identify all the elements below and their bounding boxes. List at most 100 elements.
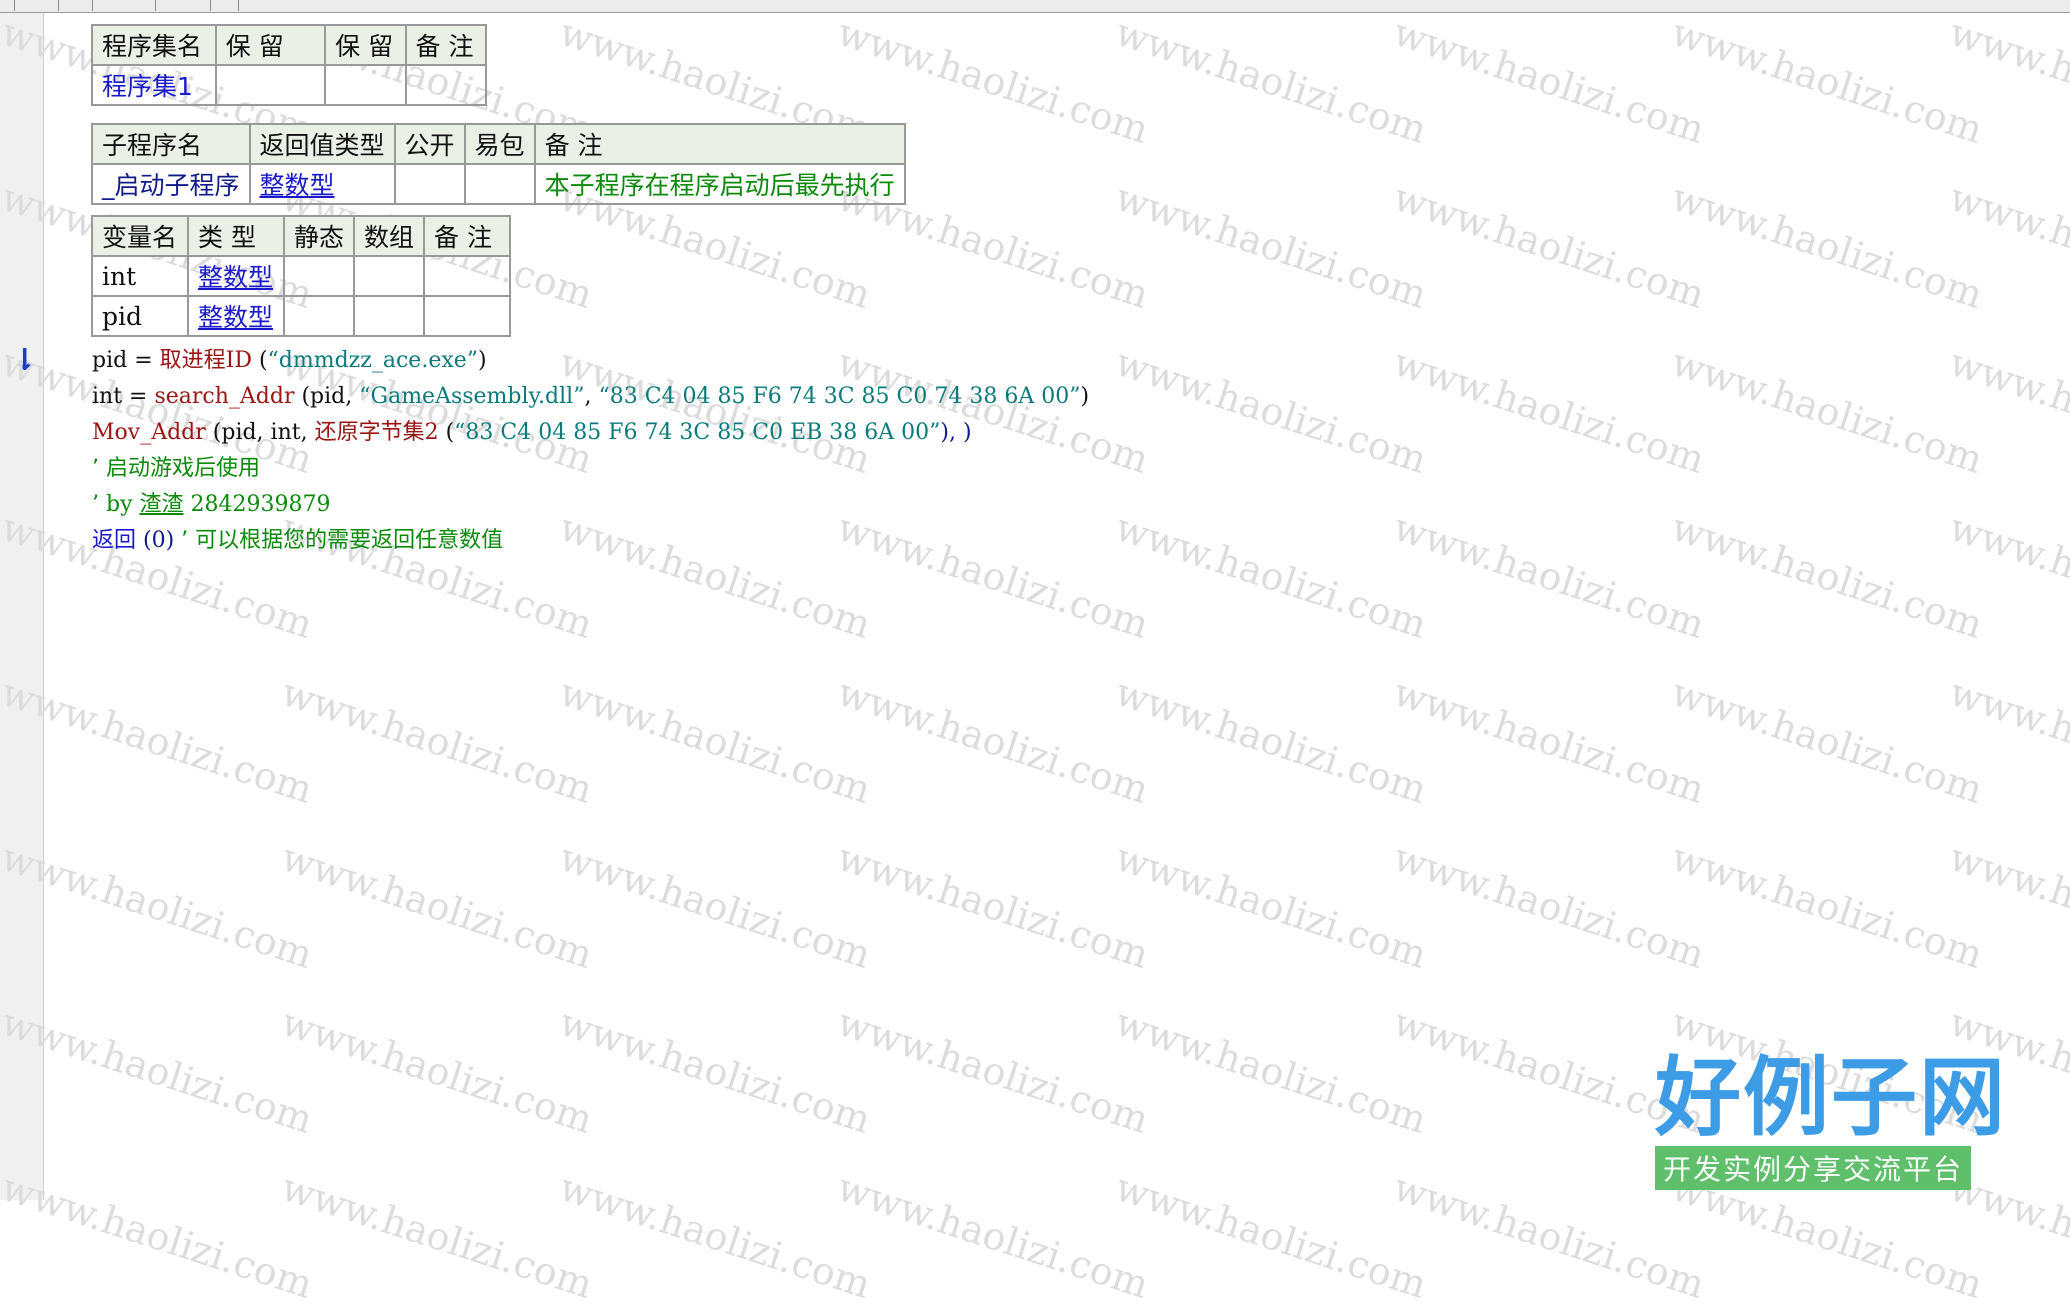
watermark-text: www.haolizi.com [1666, 340, 1989, 482]
subroutine-table: 子程序名 返回值类型 公开 易包 备 注 _启动子程序 整数型 本子程序在程序启… [91, 123, 906, 205]
code-function: 还原字节集2 [314, 420, 439, 445]
cell-easy-pack[interactable] [463, 163, 536, 205]
code-string: “83 C4 04 85 F6 74 3C 85 C0 EB 38 6A 00” [454, 420, 941, 445]
code-paren: ( [438, 420, 455, 445]
watermark-text: www.haolizi.com [276, 670, 599, 812]
cell-var-int-note[interactable] [423, 255, 511, 297]
code-line-5[interactable]: ’ by 渣渣 2842939879 [92, 488, 330, 522]
cell-note[interactable] [404, 64, 488, 106]
cell-var-int-array[interactable] [353, 255, 426, 297]
watermark-text: www.haolizi.com [0, 1165, 319, 1307]
watermark-text: www.haolizi.com [1666, 670, 1989, 812]
cell-var-int-type[interactable]: 整数型 [187, 255, 285, 297]
cell-var-pid-name[interactable]: pid [91, 295, 189, 337]
code-args: (pid, [294, 384, 360, 409]
site-logo: 好例子网 开发实例分享交流平台 [1655, 1052, 2007, 1190]
cell-var-int-static[interactable] [282, 255, 356, 297]
code-operator: = [122, 384, 155, 409]
watermark-text: www.haolizi.com [276, 835, 599, 977]
watermark-text: www.haolizi.com [554, 670, 877, 812]
code-line-6[interactable]: 返回 (0) ’ 可以根据您的需要返回任意数值 [92, 524, 503, 558]
watermark-text: www.haolizi.com [1110, 1000, 1433, 1142]
code-comment: ’ by [92, 492, 140, 517]
watermark-text: www.haolizi.com [1666, 835, 1989, 977]
header-sub-name: 子程序名 [91, 123, 251, 165]
cell-return-type[interactable]: 整数型 [248, 163, 396, 205]
code-line-1[interactable]: pid = 取进程ID (“dmmdzz_ace.exe”) [92, 344, 487, 378]
header-public: 公开 [393, 123, 466, 165]
code-line-3[interactable]: Mov_Addr (pid, int, 还原字节集2 (“83 C4 04 85… [92, 416, 972, 450]
code-paren: ), ) [940, 420, 972, 445]
watermark-text: www.haolizi.com [1110, 175, 1433, 317]
code-var: pid [92, 348, 128, 373]
watermark-text: www.haolizi.com [1666, 175, 1989, 317]
cell-var-pid-array[interactable] [353, 295, 426, 337]
code-line-2[interactable]: int = search_Addr (pid, “GameAssembly.dl… [92, 380, 1089, 414]
code-comment: ’ 可以根据您的需要返回任意数值 [181, 528, 504, 553]
code-string: “83 C4 04 85 F6 74 3C 85 C0 74 38 6A 00” [598, 384, 1081, 409]
code-paren: ( [251, 348, 268, 373]
watermark-text: www.haolizi.com [554, 1165, 877, 1307]
code-args: (pid, int, [205, 420, 315, 445]
watermark-text: www.haolizi.com [0, 670, 319, 812]
logo-subtitle: 开发实例分享交流平台 [1655, 1146, 1972, 1190]
watermark-text: www.haolizi.com [1110, 10, 1433, 152]
watermark-text: www.haolizi.com [832, 670, 1155, 812]
code-comment: 2842939879 [183, 492, 331, 517]
watermark-text: www.haolizi.com [554, 505, 877, 647]
top-ruler [0, 0, 2070, 13]
watermark-text: www.haolizi.com [1110, 835, 1433, 977]
cell-public[interactable] [393, 163, 466, 205]
watermark-text: www.haolizi.com [1666, 10, 1989, 152]
watermark-text: www.haolizi.com [0, 1000, 319, 1142]
cell-var-pid-type[interactable]: 整数型 [187, 295, 285, 337]
header-sub-note: 备 注 [533, 123, 906, 165]
watermark-text: www.haolizi.com [832, 505, 1155, 647]
watermark-text: www.haolizi.com [276, 1165, 599, 1307]
code-value: (0) [136, 528, 182, 553]
watermark-text: www.haolizi.com [832, 1000, 1155, 1142]
code-function: 取进程ID [159, 348, 252, 373]
cell-assembly-name[interactable]: 程序集1 [91, 64, 217, 106]
code-comment-author[interactable]: 渣渣 [140, 492, 184, 517]
cell-var-pid-static[interactable] [282, 295, 356, 337]
cell-var-pid-note[interactable] [423, 295, 511, 337]
code-keyword-return: 返回 [92, 528, 137, 553]
variables-table: 变量名 类 型 静态 数组 备 注 int 整数型 pid 整数型 [91, 215, 511, 337]
watermark-text: www.haolizi.com [1388, 340, 1711, 482]
watermark-text: www.haolizi.com [554, 835, 877, 977]
watermark-text: www.haolizi.com [832, 835, 1155, 977]
header-reserved-1: 保 留 [214, 24, 327, 66]
code-comment: ’ 启动游戏后使用 [92, 456, 260, 481]
watermark-text: www.haolizi.com [1388, 670, 1711, 812]
cell-reserved-2[interactable] [324, 64, 407, 106]
cell-var-int-name[interactable]: int [91, 255, 189, 297]
cell-sub-note[interactable]: 本子程序在程序启动后最先执行 [533, 163, 906, 205]
watermark-text: www.haolizi.com [0, 835, 319, 977]
code-function: Mov_Addr [92, 420, 206, 445]
header-reserved-2: 保 留 [324, 24, 407, 66]
header-assembly-name: 程序集名 [91, 24, 217, 66]
cell-reserved-1[interactable] [214, 64, 327, 106]
watermark-text: www.haolizi.com [1388, 505, 1711, 647]
header-return-type: 返回值类型 [248, 123, 396, 165]
watermark-text: www.haolizi.com [554, 1000, 877, 1142]
cell-sub-name[interactable]: _启动子程序 [91, 163, 251, 205]
code-paren: ) [1080, 384, 1090, 409]
watermark-text: www.haolizi.com [832, 1165, 1155, 1307]
code-var: int [92, 384, 123, 409]
code-string: “GameAssembly.dll” [359, 384, 585, 409]
header-var-note: 备 注 [423, 215, 511, 257]
watermark-text: www.haolizi.com [1388, 175, 1711, 317]
code-separator: , [584, 384, 599, 409]
code-line-4[interactable]: ’ 启动游戏后使用 [92, 452, 260, 486]
watermark-text: www.haolizi.com [1110, 505, 1433, 647]
code-paren: ) [478, 348, 487, 373]
watermark-text: www.haolizi.com [1388, 835, 1711, 977]
code-string: “dmmdzz_ace.exe” [267, 348, 479, 373]
watermark-text: www.haolizi.com [276, 1000, 599, 1142]
watermark-text: www.haolizi.com [1110, 340, 1433, 482]
assembly-table: 程序集名 保 留 保 留 备 注 程序集1 [91, 24, 488, 106]
watermark-text: www.haolizi.com [1666, 505, 1989, 647]
code-operator: = [127, 348, 160, 373]
